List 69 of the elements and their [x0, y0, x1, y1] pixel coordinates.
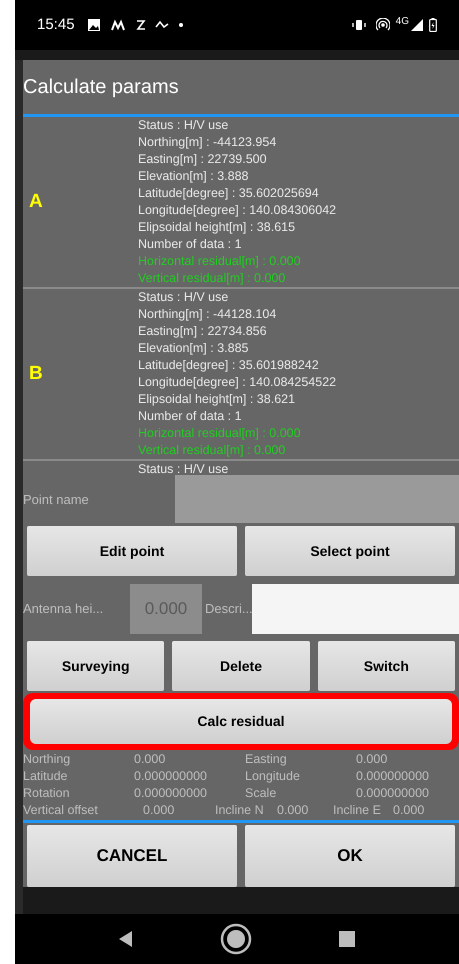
result-value: 0.000	[356, 751, 388, 768]
field-label: Descri...	[204, 600, 252, 618]
point-info-text: Number of data : 1	[138, 408, 243, 425]
result-label: Rotation	[23, 785, 71, 802]
point-info-text: Status : H/V use	[138, 117, 230, 134]
result-label: Latitude	[23, 768, 68, 785]
residual-text: Vertical residual[m] : 0.000	[138, 270, 286, 287]
point-info-text: Elipsoidal height[m] : 38.615	[138, 219, 296, 236]
calc-residual-button[interactable]: Calc residual	[30, 699, 452, 744]
action-button[interactable]: Switch	[318, 641, 455, 691]
residual-text: Vertical residual[m] : 0.000	[138, 442, 286, 459]
dialog-title: Calculate params	[23, 75, 180, 100]
result-value: 0.000	[143, 802, 176, 819]
point-info-text: Status : H/V use	[138, 289, 230, 306]
hotspot-icon	[376, 18, 390, 32]
result-value: 0.000000000	[134, 768, 208, 785]
result-label: Easting	[245, 751, 288, 768]
squiggle-icon	[134, 18, 147, 32]
point-info-text: Easting[m] : 22739.500	[138, 151, 268, 168]
field-label: Antenna hei...	[23, 600, 104, 618]
action-button[interactable]: Delete	[172, 641, 310, 691]
result-label: Northing	[23, 751, 72, 768]
image-icon	[86, 18, 101, 32]
result-label: Incline N	[215, 802, 265, 819]
result-label: Incline E	[333, 802, 382, 819]
dot-icon	[178, 23, 183, 27]
result-value: 0.000000000	[134, 785, 208, 802]
cancel-button[interactable]: CANCEL	[27, 825, 237, 887]
status-time: 15:45	[37, 14, 75, 35]
point-info-text: Latitude[degree] : 35.602025694	[138, 185, 320, 202]
description-field[interactable]	[252, 584, 459, 634]
action-button[interactable]: Surveying	[27, 641, 164, 691]
point-info-text: Elevation[m] : 3.885	[138, 340, 250, 357]
battery-icon	[429, 18, 437, 32]
result-value: 0.000	[134, 751, 166, 768]
point-info-text: Northing[m] : -44123.954	[138, 134, 278, 151]
field-label: Point name	[23, 491, 90, 510]
result-label: Longitude	[245, 768, 301, 785]
point-info-text: Elipsoidal height[m] : 38.621	[138, 391, 296, 408]
recents-icon	[339, 931, 356, 947]
action-button[interactable]: Edit point	[27, 526, 237, 576]
result-value: 0.000	[277, 802, 310, 819]
network-icon	[154, 19, 169, 31]
residual-text: Horizontal residual[m] : 0.000	[138, 425, 302, 442]
home-icon	[220, 923, 252, 955]
signal-icon	[411, 19, 423, 31]
vibrate-icon	[352, 19, 366, 31]
point-info-text: Latitude[degree] : 35.601988242	[138, 357, 320, 374]
action-button[interactable]: Select point	[245, 526, 455, 576]
result-value: 0.000000000	[356, 785, 430, 802]
point-info-text: Easting[m] : 22734.856	[138, 323, 268, 340]
network-type: 4G	[396, 15, 409, 29]
point-info-text: Elevation[m] : 3.888	[138, 168, 250, 185]
point-info-text: Status : H/V use	[138, 461, 228, 475]
result-label: Vertical offset	[23, 802, 99, 819]
point-info-text: Longitude[degree] : 140.084254522	[138, 374, 336, 391]
point-name-field[interactable]	[175, 475, 459, 523]
wave-icon	[110, 19, 127, 31]
point-info-text: Number of data : 1	[138, 236, 243, 253]
point-info-text: Longitude[degree] : 140.084306042	[138, 202, 336, 219]
point-label: A	[29, 190, 43, 214]
result-value: 0.000000000	[356, 768, 430, 785]
result-value: 0.000	[393, 802, 426, 819]
ok-button[interactable]: OK	[245, 825, 455, 887]
result-label: Scale	[245, 785, 278, 802]
residual-text: Horizontal residual[m] : 0.000	[138, 253, 302, 270]
point-info-text: Northing[m] : -44128.104	[138, 306, 278, 323]
point-label: B	[29, 362, 43, 386]
back-icon	[118, 931, 133, 947]
